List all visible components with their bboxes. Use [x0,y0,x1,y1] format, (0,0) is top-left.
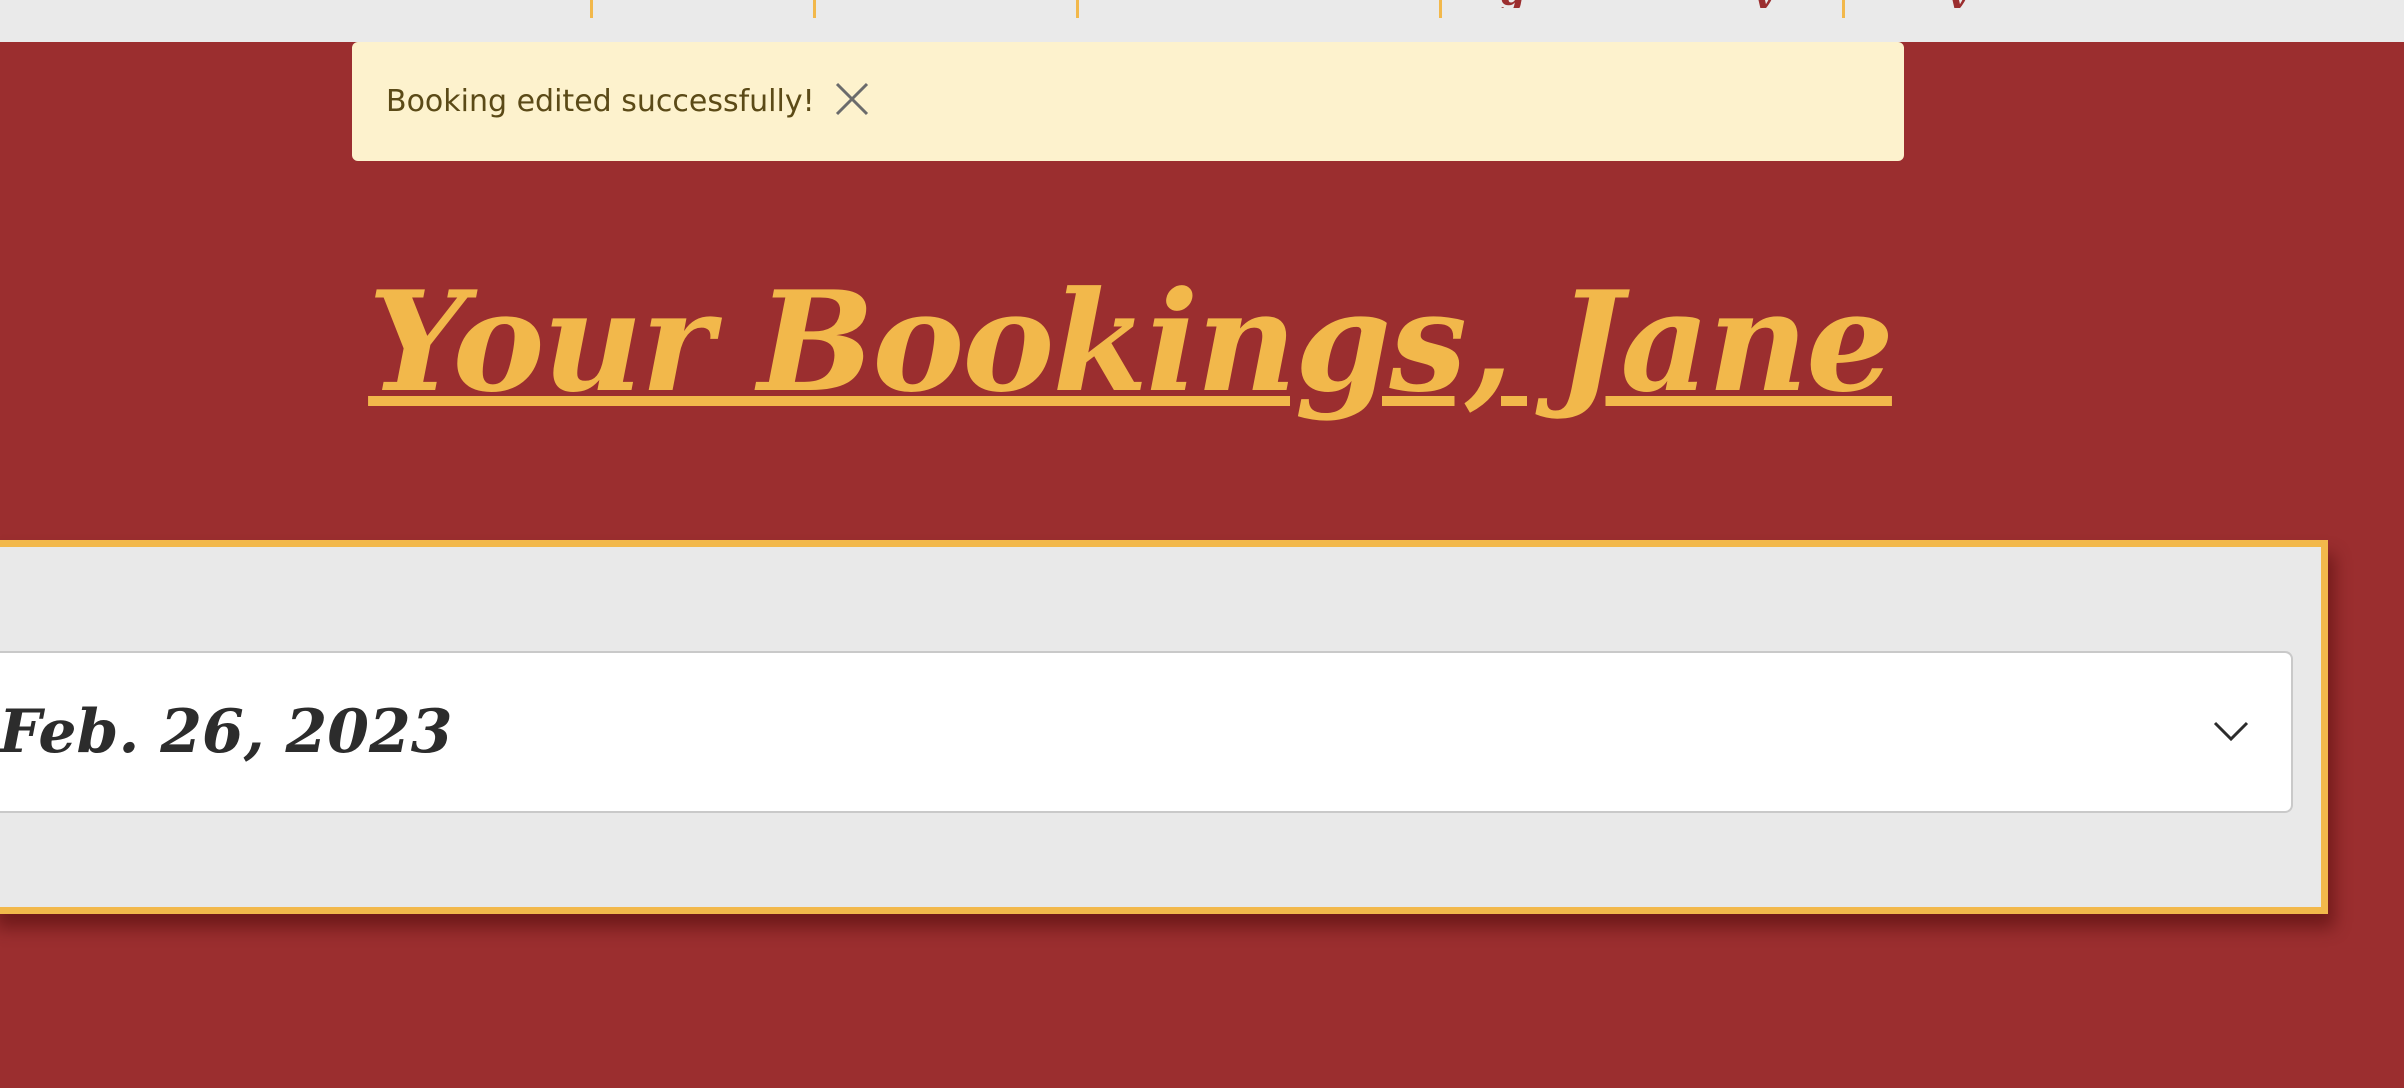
page-title: Your Bookings, Jane [368,260,1894,423]
nav-separator [590,0,593,18]
nav-separator [1076,0,1079,18]
close-icon[interactable] [835,82,869,116]
nav-item-partial[interactable]: y [1752,0,1773,8]
booking-date: Feb. 26, 2023 [0,697,453,767]
page: g y y Booking edited successfully! Your … [0,0,2404,1088]
nav-separator [1439,0,1442,18]
booking-accordion-item[interactable]: Feb. 26, 2023 [0,651,2293,813]
nav-item-partial[interactable]: y [1946,0,1967,8]
top-navbar: g y y [0,0,2404,42]
nav-item-partial[interactable]: g [1500,0,1525,8]
chevron-down-icon[interactable] [2211,717,2251,745]
nav-separator [813,0,816,18]
success-alert: Booking edited successfully! [352,42,1904,161]
bookings-panel: Feb. 26, 2023 [0,540,2328,914]
nav-separator [1842,0,1845,18]
alert-message: Booking edited successfully! [386,84,815,119]
